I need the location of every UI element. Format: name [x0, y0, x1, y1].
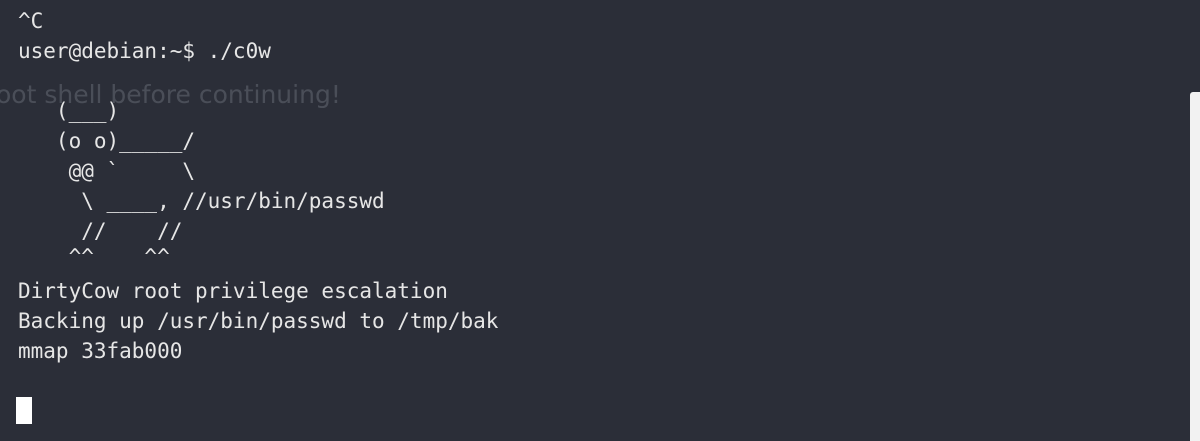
terminal-line-interrupt: ^C — [18, 9, 44, 33]
ascii-cow-line-2: (o o)_____/ — [18, 129, 196, 153]
ascii-cow-line-6: ^^ ^^ — [18, 245, 170, 269]
terminal-line-mmap: mmap 33fab000 — [18, 339, 183, 363]
terminal-line-command: user@debian:~$ ./c0w — [18, 39, 271, 63]
ascii-cow-line-1: (___) — [18, 99, 120, 123]
terminal-window[interactable]: oot shell before continuing! ^C user@deb… — [0, 0, 1200, 441]
terminal-line-title: DirtyCow root privilege escalation — [18, 279, 448, 303]
terminal-cursor[interactable] — [16, 397, 32, 424]
scrollbar-thumb[interactable] — [1190, 92, 1200, 441]
terminal-line-backup: Backing up /usr/bin/passwd to /tmp/bak — [18, 309, 499, 333]
ascii-cow-line-3: @@ ` \ — [18, 159, 196, 183]
ascii-cow-line-4: \ ____, //usr/bin/passwd — [18, 189, 385, 213]
